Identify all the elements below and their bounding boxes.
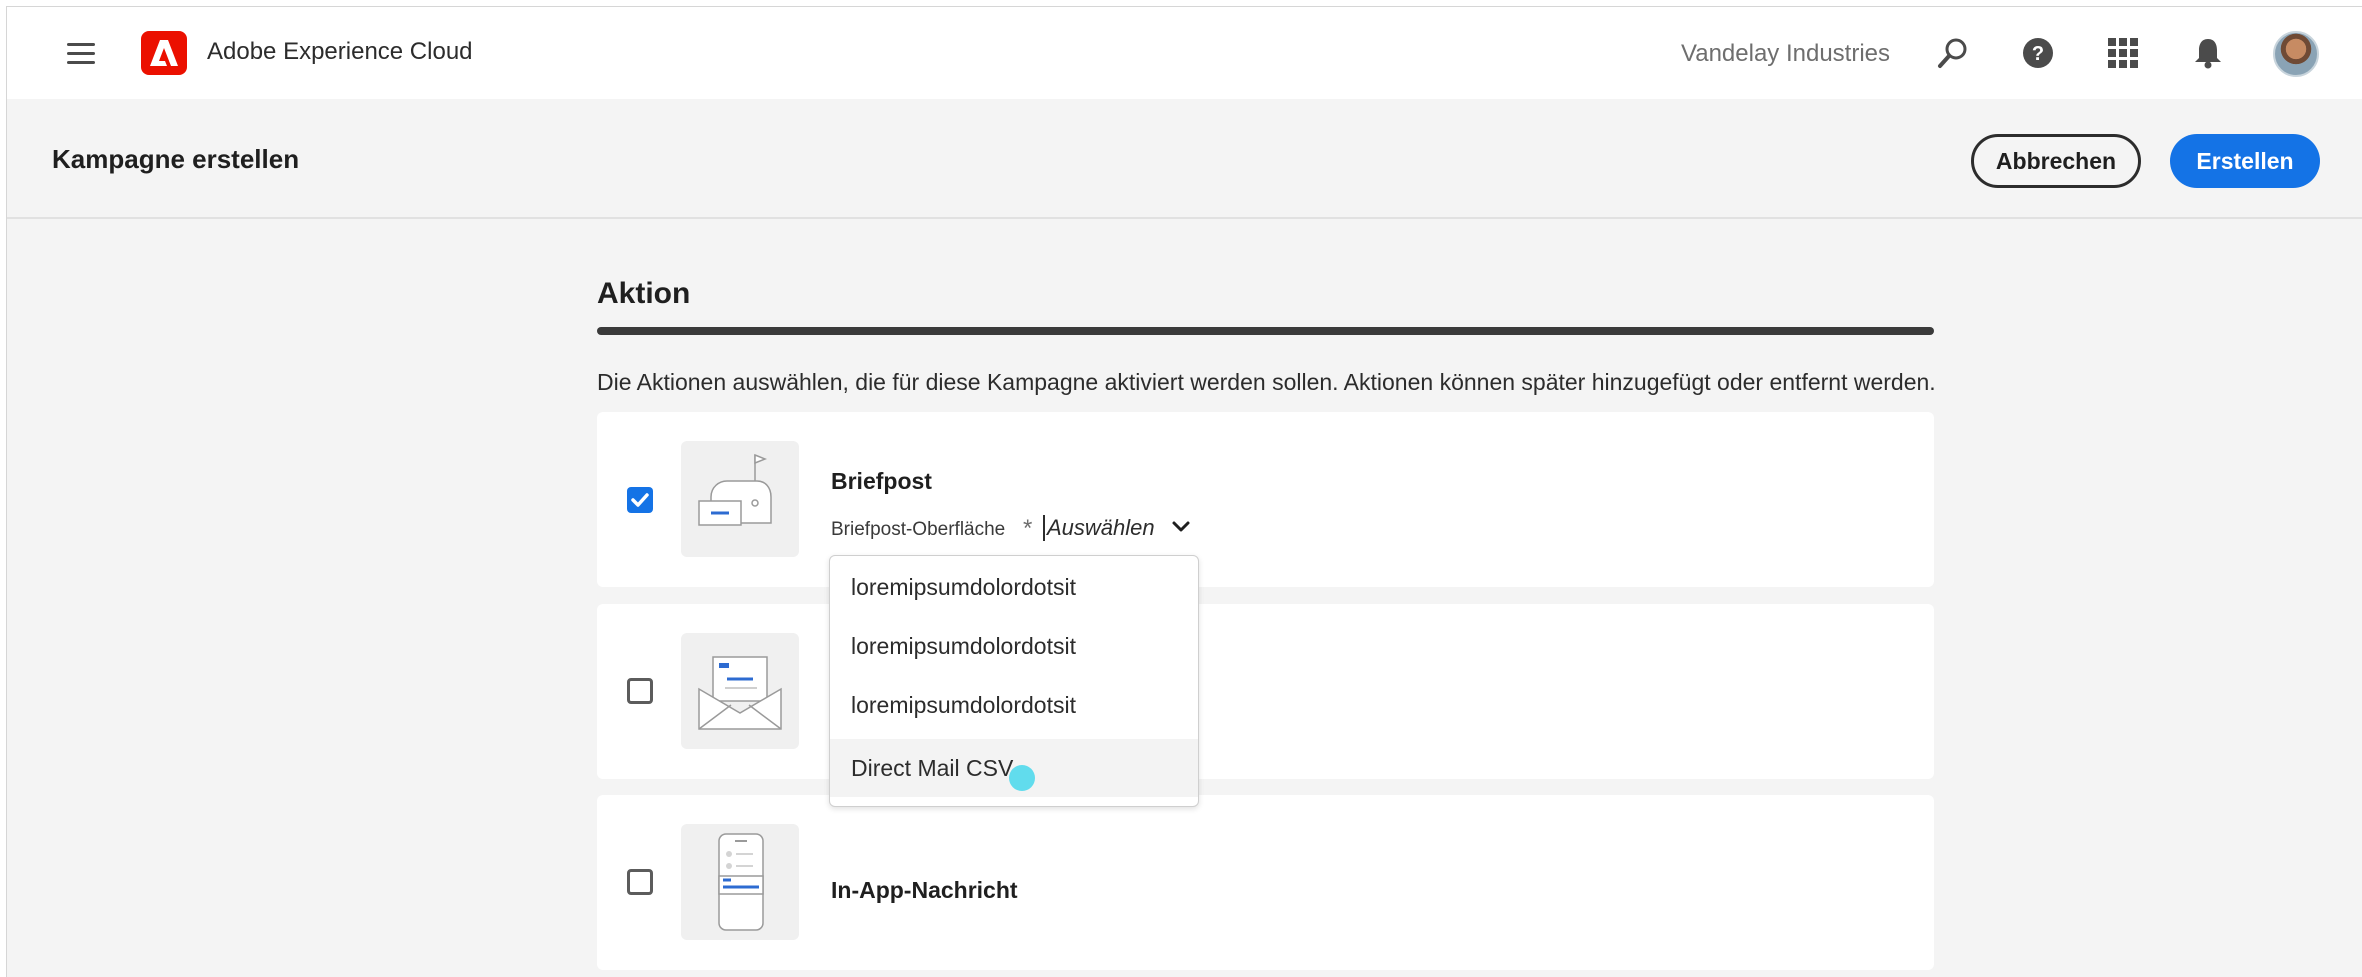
action-card-email xyxy=(597,604,1934,779)
action-card-in-app: In-App-Nachricht xyxy=(597,795,1934,970)
menu-option[interactable]: loremipsumdolordotsit xyxy=(830,558,1198,616)
create-button[interactable]: Erstellen xyxy=(2170,134,2320,188)
menu-option[interactable]: loremipsumdolordotsit xyxy=(830,617,1198,675)
required-asterisk: * xyxy=(1023,515,1033,542)
search-icon[interactable] xyxy=(1933,33,1973,73)
mailbox-icon xyxy=(681,441,799,557)
app-frame: Adobe Experience Cloud Vandelay Industri… xyxy=(6,6,2362,977)
mobile-phone-icon xyxy=(681,824,799,940)
avatar[interactable] xyxy=(2273,31,2319,77)
chevron-down-icon xyxy=(1172,521,1190,532)
in-app-checkbox[interactable] xyxy=(627,869,653,895)
text-caret xyxy=(1043,515,1045,541)
adobe-logo-icon[interactable] xyxy=(141,31,187,75)
email-envelope-icon xyxy=(681,633,799,749)
menu-option-label: Direct Mail CSV xyxy=(851,755,1014,781)
menu-option-label: loremipsumdolordotsit xyxy=(851,692,1076,718)
top-app-bar: Adobe Experience Cloud Vandelay Industri… xyxy=(7,7,2362,100)
menu-option-label: loremipsumdolordotsit xyxy=(851,633,1076,659)
cancel-button[interactable]: Abbrechen xyxy=(1971,134,2141,188)
menu-option[interactable]: loremipsumdolordotsit xyxy=(830,676,1198,734)
menu-icon[interactable] xyxy=(67,43,95,65)
svg-text:?: ? xyxy=(2032,43,2044,65)
picker-value: Auswählen xyxy=(1047,515,1155,540)
action-name: In-App-Nachricht xyxy=(831,877,1018,903)
briefpost-checkbox[interactable] xyxy=(627,487,653,513)
org-switcher[interactable]: Vandelay Industries xyxy=(1681,40,1890,68)
section-title: Aktion xyxy=(597,277,691,310)
page-title: Kampagne erstellen xyxy=(52,144,300,174)
mouse-cursor-indicator xyxy=(1009,765,1035,791)
section-divider xyxy=(597,327,1934,335)
surface-field-label: Briefpost-Oberfläche xyxy=(831,519,1006,540)
action-name: Briefpost xyxy=(831,468,932,494)
surface-picker[interactable]: Auswählen xyxy=(1043,512,1193,546)
apps-grid-icon[interactable] xyxy=(2103,33,2143,73)
action-card-briefpost: Briefpost Briefpost-Oberfläche * Auswähl… xyxy=(597,412,1934,587)
page-header: Kampagne erstellen Abbrechen Erstellen xyxy=(7,99,2362,219)
help-icon[interactable]: ? xyxy=(2018,33,2058,73)
email-checkbox[interactable] xyxy=(627,678,653,704)
app-title[interactable]: Adobe Experience Cloud xyxy=(207,38,473,66)
section-description: Die Aktionen auswählen, die für diese Ka… xyxy=(597,369,1936,395)
menu-option-label: loremipsumdolordotsit xyxy=(851,574,1076,600)
bell-icon[interactable] xyxy=(2188,33,2228,73)
